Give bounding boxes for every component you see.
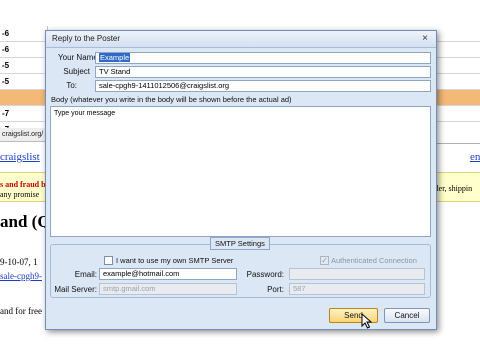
smtp-settings-title: SMTP Settings <box>210 237 270 250</box>
address-bar[interactable]: craigslist.org/ <box>0 128 48 142</box>
your-name-field[interactable]: Example <box>95 52 431 64</box>
smtp-password-field[interactable] <box>289 268 425 280</box>
reply-dialog: Reply to the Poster × Your Name: Example… <box>45 30 437 330</box>
list-item-selected[interactable] <box>0 90 48 106</box>
dialog-title: Reply to the Poster <box>52 34 121 43</box>
warning-text: s and fraud b <box>0 180 46 189</box>
language-link[interactable]: en <box>470 151 480 163</box>
smtp-email-label: Email: <box>74 270 97 279</box>
to-label: To: <box>66 81 77 90</box>
own-smtp-label: I want to use my own SMTP Server <box>116 256 234 265</box>
list-item[interactable] <box>432 106 480 122</box>
background-list-right <box>432 26 480 130</box>
to-field[interactable]: sale-cpgh9-1411012506@craigslist.org <box>95 80 431 92</box>
craigslist-link[interactable]: craigslist <box>0 151 40 163</box>
list-item-selected[interactable] <box>432 90 480 106</box>
subject-field[interactable]: TV Stand <box>95 66 431 78</box>
list-item[interactable]: -7 <box>0 106 48 122</box>
list-item[interactable] <box>432 74 480 90</box>
close-icon[interactable]: × <box>419 33 431 45</box>
mail-server-label: Mail Server: <box>54 285 97 294</box>
auth-connection-checkbox[interactable]: ✓ <box>320 256 329 265</box>
body-textarea[interactable]: Type your message <box>50 106 431 237</box>
background-list-left: -6 -6 -5 -5 -7 -7 <box>0 26 48 134</box>
body-text: Type your message <box>54 110 116 117</box>
auth-connection-label: Authenticated Connection <box>331 256 417 265</box>
subject-label: Subject <box>63 67 90 76</box>
cancel-button[interactable]: Cancel <box>384 308 430 323</box>
posting-title: and (Q <box>0 212 51 231</box>
mail-server-field[interactable]: smtp.gmail.com <box>99 283 237 295</box>
list-item[interactable]: -5 <box>0 58 48 74</box>
own-smtp-checkbox[interactable] <box>104 256 113 265</box>
posting-body: and for free <box>0 306 42 316</box>
your-name-label: Your Name: <box>58 53 100 62</box>
mouse-pointer-icon <box>361 312 373 329</box>
warning-text-secondary: any promise <box>0 190 40 199</box>
screen: -6 -6 -5 -5 -7 -7 craigslist.org/ craigs… <box>0 0 480 360</box>
list-item[interactable] <box>432 42 480 58</box>
list-item[interactable]: -6 <box>0 26 48 42</box>
list-item[interactable]: -5 <box>0 74 48 90</box>
reply-email-link[interactable]: sale-cpgh9- <box>0 271 42 281</box>
smtp-port-label: Port: <box>267 285 284 294</box>
your-name-value: Example <box>99 53 131 62</box>
body-label: Body (whatever you write in the body wil… <box>51 95 292 104</box>
smtp-email-field[interactable]: example@hotmail.com <box>99 268 237 280</box>
posting-date: 9-10-07, 1 <box>0 257 38 267</box>
list-item[interactable] <box>432 58 480 74</box>
list-item[interactable]: -6 <box>0 42 48 58</box>
smtp-password-label: Password: <box>246 270 284 279</box>
list-item[interactable] <box>432 26 480 42</box>
warning-text-right: rder, shippin <box>432 184 473 193</box>
dialog-titlebar[interactable]: Reply to the Poster × <box>46 31 436 48</box>
smtp-port-field[interactable]: 587 <box>289 283 425 295</box>
